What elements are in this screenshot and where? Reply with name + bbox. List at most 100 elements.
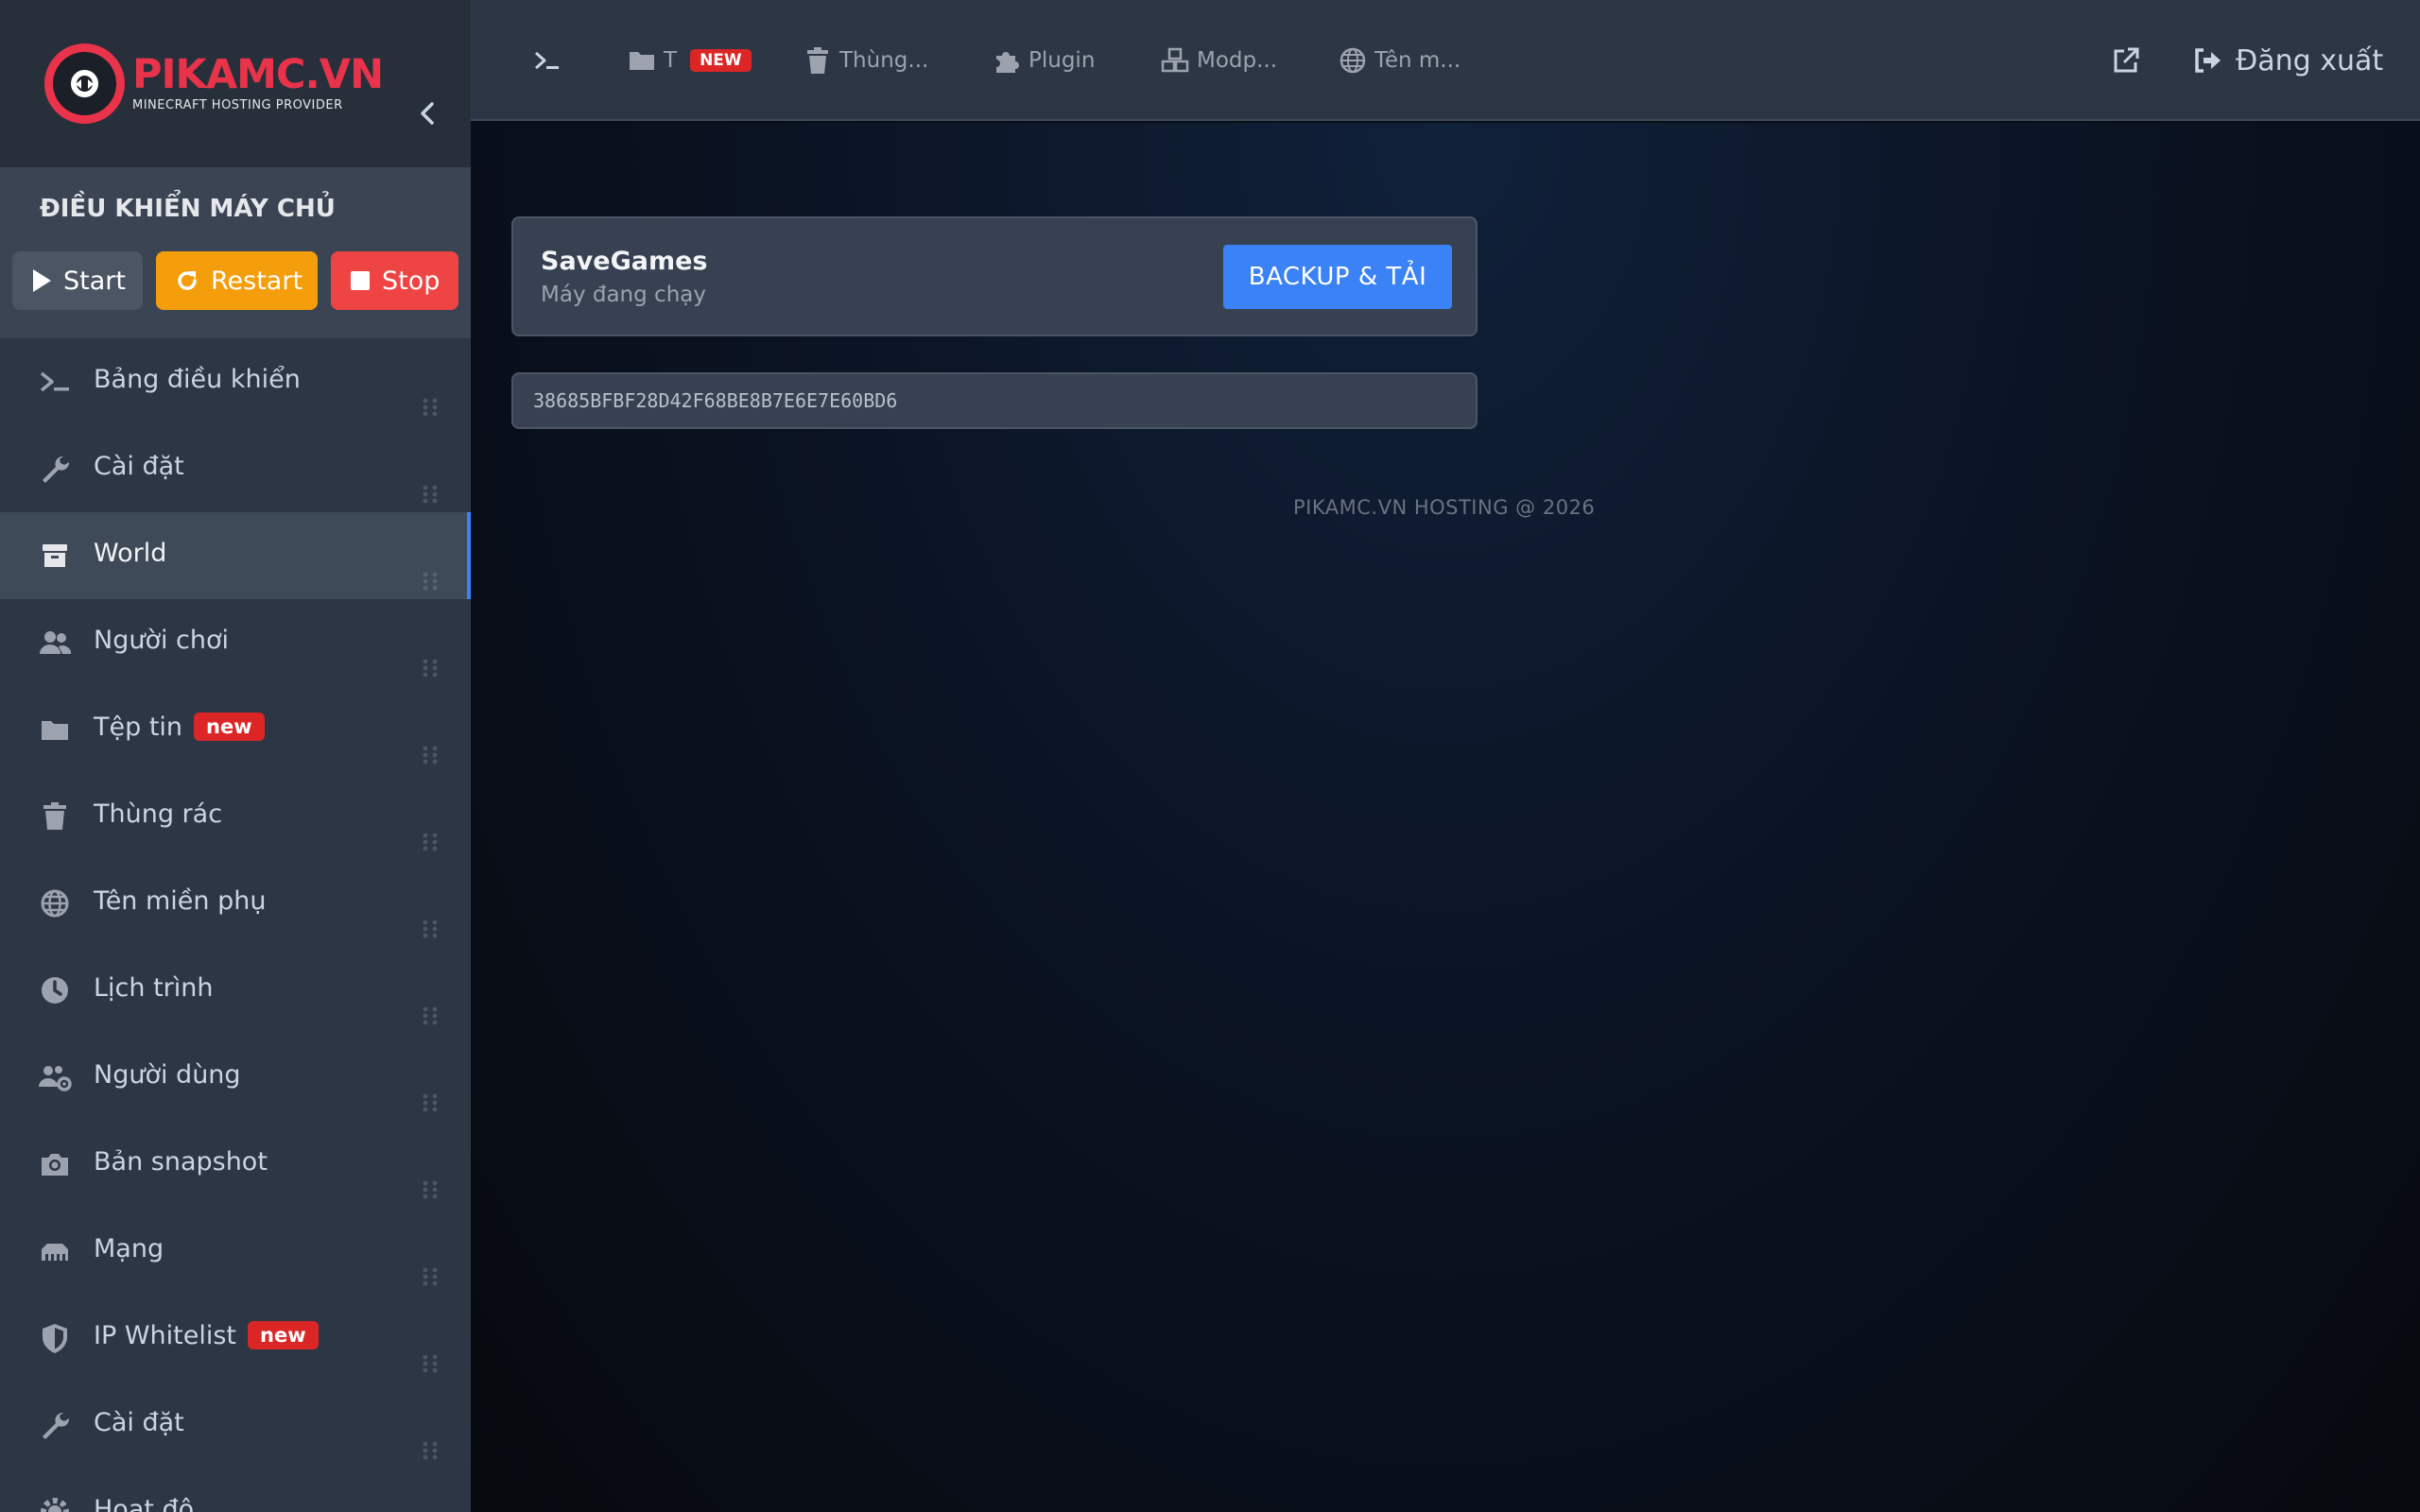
server-control-title: ĐIỀU KHIỂN MÁY CHỦ [40,195,336,223]
topbar-item-label: Tên m... [1374,48,1461,73]
drag-handle-icon[interactable] [422,919,439,939]
shield-icon [38,1321,72,1355]
sidebar-item-world[interactable]: World [0,512,471,599]
top-bar: T NEW Thùng... Plugin Modp... Tên m... Đ… [471,0,2420,121]
drag-handle-icon[interactable] [422,1005,439,1026]
topbar-files[interactable]: T NEW [628,43,752,77]
sidebar-item-label: IP Whitelist new [94,1321,319,1350]
backup-download-button[interactable]: BACKUP & TẢI [1223,245,1452,309]
server-status: Máy đang chạy [541,283,706,307]
sidebar-item-trash[interactable]: Thùng rác [0,773,471,860]
stop-button[interactable]: Stop [331,251,458,310]
sidebar-item-label: Cài đặt [94,452,184,481]
open-external-button[interactable] [2111,40,2141,81]
sidebar-item-subdomains[interactable]: Tên miền phụ [0,860,471,947]
sidebar-item-label: Người chơi [94,626,230,655]
globe-icon [38,886,72,920]
sidebar-item-label: World [94,539,167,568]
drag-handle-icon[interactable] [422,745,439,765]
topbar-subdomains[interactable]: Tên m... [1339,43,1461,77]
new-badge: NEW [690,49,752,72]
sidebar-item-dashboard[interactable]: Bảng điều khiển [0,338,471,425]
sidebar-item-label: Tệp tin new [94,713,265,742]
drag-handle-icon[interactable] [422,397,439,418]
restart-button-label: Restart [211,266,303,296]
sidebar-item-schedules[interactable]: Lịch trình [0,947,471,1034]
chevron-left-icon [421,102,434,125]
restart-button[interactable]: Restart [156,251,318,310]
sidebar-item-settings[interactable]: Cài đặt [0,425,471,512]
play-icon [33,269,51,292]
topbar-trash[interactable]: Thùng... [804,43,928,77]
wrench-icon [38,452,72,486]
users-icon [38,626,72,660]
topbar-item-label: Thùng... [839,48,929,73]
brand-logo-icon[interactable] [44,43,125,124]
drag-handle-icon[interactable] [422,571,439,592]
logout-label: Đăng xuất [2236,43,2384,77]
drag-handle-icon[interactable] [422,1179,439,1200]
drag-handle-icon[interactable] [422,1266,439,1287]
sidebar-item-label: Mạng [94,1234,164,1263]
server-name: SaveGames [541,247,708,276]
collapse-sidebar-button[interactable] [416,98,439,129]
clock-icon [38,973,72,1007]
topbar-item-label: Modp... [1197,48,1278,73]
start-button[interactable]: Start [12,251,143,310]
sidebar-item-users[interactable]: Người dùng [0,1034,471,1121]
drag-handle-icon[interactable] [422,658,439,679]
terminal-icon [535,51,559,70]
sidebar-item-label: Bản snapshot [94,1147,268,1177]
sidebar-item-snapshots[interactable]: Bản snapshot [0,1121,471,1208]
topbar-console[interactable] [533,43,569,77]
trash-icon [807,47,828,74]
server-control-panel: ĐIỀU KHIỂN MÁY CHỦ Start Restart Stop [0,168,471,338]
sidebar-item-label: Lịch trình [94,973,214,1003]
globe-icon [1340,47,1366,74]
drag-handle-icon[interactable] [422,1092,439,1113]
sidebar-item-ip-whitelist[interactable]: IP Whitelist new [0,1295,471,1382]
sidebar-item-players[interactable]: Người chơi [0,599,471,686]
trash-icon [38,799,72,833]
main-content: SaveGames Máy đang chạy BACKUP & TẢI 386… [471,123,2420,1512]
network-icon [38,1234,72,1268]
drag-handle-icon[interactable] [422,1440,439,1461]
logout-button[interactable]: Đăng xuất [2192,40,2383,81]
cubes-icon [1161,47,1189,73]
topbar-plugin[interactable]: Plugin [993,43,1095,77]
new-badge: new [194,713,265,741]
drag-handle-icon[interactable] [422,1353,439,1374]
drag-handle-icon[interactable] [422,832,439,852]
users-cog-icon [38,1060,72,1094]
new-badge: new [248,1321,319,1349]
stop-button-label: Stop [382,266,441,296]
topbar-item-label: T [664,48,678,73]
redo-icon [178,271,197,290]
folder-icon [630,52,654,70]
topbar-item-label: Plugin [1028,48,1096,73]
puzzle-icon [996,52,1019,73]
sidebar-item-settings-2[interactable]: Cài đặt [0,1382,471,1469]
sidebar-item-network[interactable]: Mạng [0,1208,471,1295]
folder-icon [38,713,72,747]
sidebar-item-files[interactable]: Tệp tin new [0,686,471,773]
external-link-icon [2114,47,2139,73]
server-id-field[interactable]: 38685BFBF28D42F68BE8B7E6E7E60BD6 [511,372,1478,429]
footer-text: PIKAMC.VN HOSTING @ 2026 [1293,496,1596,519]
sidebar-item-label: Hoạt độ... [94,1495,218,1512]
server-card: SaveGames Máy đang chạy BACKUP & TẢI [511,216,1478,336]
sidebar-item-label: Thùng rác [94,799,223,829]
drag-handle-icon[interactable] [422,484,439,505]
sidebar-item-label: Bảng điều khiển [94,365,301,394]
stop-icon [351,271,370,290]
topbar-modpacks[interactable]: Modp... [1161,43,1277,77]
camera-icon [38,1147,72,1181]
brand-header: PIKAMC.VN MINECRAFT HOSTING PROVIDER [0,0,471,168]
sidebar: PIKAMC.VN MINECRAFT HOSTING PROVIDER ĐIỀ… [0,0,471,1512]
start-button-label: Start [63,266,126,296]
brand-name: PIKAMC.VN [132,51,384,98]
logout-icon [2195,48,2221,73]
archive-box-icon [38,539,72,573]
sidebar-item-activity[interactable]: Hoạt độ... [0,1469,471,1512]
sidebar-item-label: Người dùng [94,1060,241,1090]
